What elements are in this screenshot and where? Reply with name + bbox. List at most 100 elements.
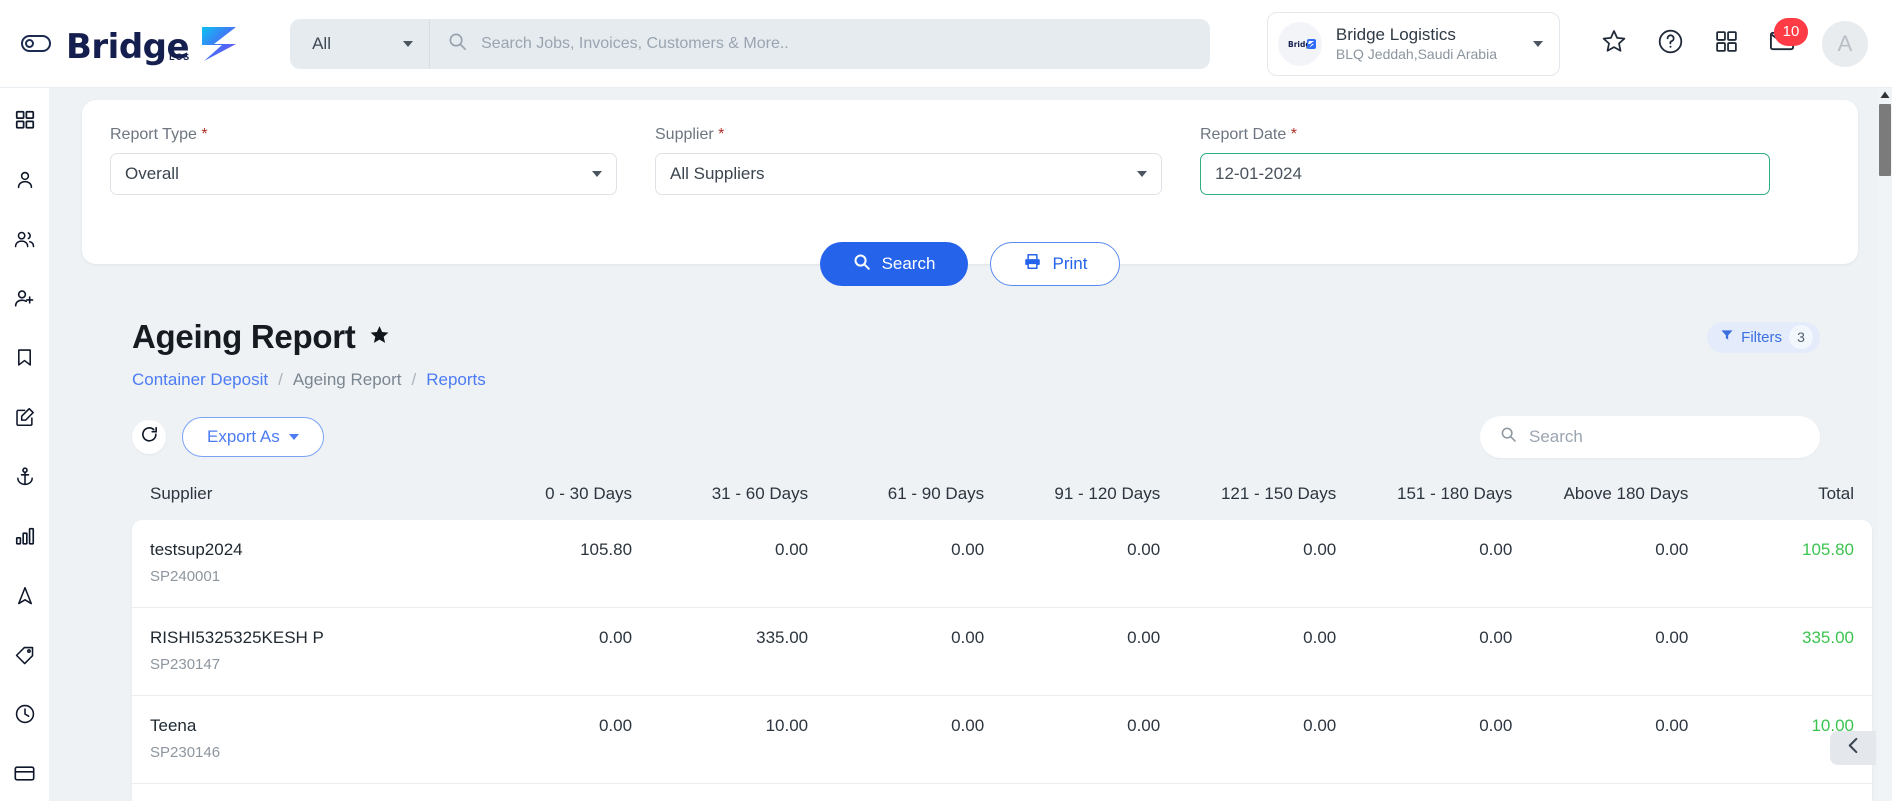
organization-location: BLQ Jeddah,Saudi Arabia bbox=[1335, 46, 1497, 63]
search-scope-select[interactable]: All bbox=[290, 18, 431, 69]
sidebar-item-anchor[interactable] bbox=[3, 455, 47, 504]
filters-button[interactable]: Filters 3 bbox=[1707, 321, 1820, 353]
printer-icon bbox=[1023, 252, 1042, 276]
cell-61-90: 0.00 bbox=[951, 628, 985, 647]
breadcrumb-separator: / bbox=[278, 370, 283, 389]
filters-count-badge: 3 bbox=[1789, 325, 1813, 349]
column-header-0-30: 0 - 30 Days bbox=[545, 484, 633, 503]
collapse-panel-button[interactable] bbox=[1830, 731, 1876, 765]
table-toolbar: Export As bbox=[132, 416, 1880, 458]
sidebar-item-person[interactable] bbox=[3, 157, 47, 206]
cell-121-150: 0.00 bbox=[1303, 716, 1337, 735]
search-button[interactable]: Search bbox=[820, 242, 968, 286]
cell-121-150: 0.00 bbox=[1303, 540, 1337, 559]
bar-chart-icon bbox=[14, 525, 36, 552]
messages-button[interactable]: 10 bbox=[1754, 16, 1810, 72]
column-header-121-150: 121 - 150 Days bbox=[1220, 484, 1337, 503]
cell-supplier: testsup2024 SP240001 bbox=[132, 520, 456, 608]
report-date-input[interactable]: 12-01-2024 bbox=[1200, 153, 1770, 195]
filters-label: Filters bbox=[1741, 328, 1782, 346]
search-icon bbox=[1500, 426, 1517, 448]
brand-logo[interactable]: Bridge LCS bbox=[66, 24, 242, 64]
page-scrollbar[interactable] bbox=[1878, 88, 1892, 801]
cell-above-180: 0.00 bbox=[1655, 628, 1689, 647]
table-row[interactable] bbox=[132, 784, 1872, 801]
sidebar-item-edit[interactable] bbox=[3, 395, 47, 444]
sidebar-item-bookmark[interactable] bbox=[3, 336, 47, 385]
help-button[interactable] bbox=[1642, 16, 1698, 72]
report-type-label: Report Type * bbox=[110, 126, 617, 144]
sidebar-item-dashboard[interactable] bbox=[3, 98, 47, 147]
page-title: Ageing Report bbox=[132, 318, 356, 355]
refresh-button[interactable] bbox=[132, 420, 166, 454]
organization-selector[interactable]: Bridge Bridge Logistics BLQ Jeddah,Saudi… bbox=[1266, 11, 1560, 76]
search-scope-value: All bbox=[312, 33, 331, 53]
brand-mark-icon bbox=[196, 24, 242, 64]
supplier-code: SP230146 bbox=[150, 744, 221, 761]
table-body-card: testsup2024 SP240001 105.80 0.00 0.00 0.… bbox=[132, 520, 1872, 801]
export-as-button[interactable]: Export As bbox=[182, 417, 324, 457]
apps-button[interactable] bbox=[1698, 16, 1754, 72]
global-search-input[interactable] bbox=[481, 34, 1211, 53]
supplier-code: SP230147 bbox=[150, 656, 221, 673]
scroll-up-arrow-icon[interactable] bbox=[1878, 88, 1892, 102]
column-header-91-120: 91 - 120 Days bbox=[1054, 484, 1161, 503]
chevron-down-icon bbox=[592, 171, 602, 177]
report-type-select[interactable]: Overall bbox=[110, 153, 617, 195]
edit-square-icon bbox=[14, 406, 36, 433]
table-search-input[interactable] bbox=[1529, 427, 1800, 447]
main-content: Report Type * Overall Supplier * All Sup… bbox=[50, 88, 1880, 801]
column-header-total: Total bbox=[1818, 484, 1854, 503]
navigation-arrow-icon bbox=[14, 585, 36, 612]
breadcrumb-item-container-deposit[interactable]: Container Deposit bbox=[132, 370, 268, 390]
sidebar-item-people[interactable] bbox=[3, 217, 47, 266]
chevron-down-icon bbox=[1137, 171, 1147, 177]
brand-subtitle: LCS bbox=[169, 51, 191, 62]
breadcrumb-item-ageing-report: Ageing Report bbox=[292, 370, 402, 389]
cell-31-60: 335.00 bbox=[756, 628, 809, 647]
search-icon bbox=[853, 253, 871, 276]
table-search-box bbox=[1480, 416, 1820, 458]
sidebar-item-clock[interactable] bbox=[3, 692, 47, 741]
table-row[interactable]: Teena SP230146 0.00 10.00 0.00 0.00 0.00… bbox=[132, 696, 1872, 784]
cell-31-60: 10.00 bbox=[765, 716, 809, 735]
apps-grid-icon bbox=[1714, 29, 1739, 59]
cell-61-90: 0.00 bbox=[951, 716, 985, 735]
column-header-151-180: 151 - 180 Days bbox=[1397, 484, 1513, 503]
people-icon bbox=[13, 228, 36, 256]
sidebar-toggle-button[interactable] bbox=[0, 35, 72, 52]
cell-0-30: 0.00 bbox=[598, 628, 633, 647]
supplier-label: Supplier * bbox=[655, 126, 1162, 144]
global-search-bar: All bbox=[290, 18, 1211, 69]
sidebar-item-payments[interactable] bbox=[3, 752, 47, 801]
sidebar-toggle-icon bbox=[21, 35, 51, 52]
sidebar-item-tag[interactable] bbox=[3, 633, 47, 682]
tag-icon bbox=[14, 644, 36, 671]
cell-151-180: 0.00 bbox=[1479, 716, 1513, 735]
table-row[interactable]: RISHI5325325KESH P SP230147 0.00 335.00 … bbox=[132, 608, 1872, 696]
cell-91-120: 0.00 bbox=[1127, 716, 1161, 735]
favorites-button[interactable] bbox=[1586, 16, 1642, 72]
sidebar-item-reports[interactable] bbox=[3, 514, 47, 563]
supplier-name: Teena bbox=[150, 716, 197, 735]
search-button-label: Search bbox=[881, 254, 936, 273]
person-add-icon bbox=[13, 287, 36, 315]
report-type-label-text: Report Type bbox=[110, 126, 197, 143]
print-button[interactable]: Print bbox=[990, 242, 1120, 286]
supplier-label-text: Supplier bbox=[655, 126, 714, 143]
page-header: Ageing Report Filters 3 bbox=[132, 318, 1880, 356]
cell-0-30: 105.80 bbox=[580, 540, 633, 559]
required-asterisk: * bbox=[1290, 126, 1297, 143]
cell-151-180: 0.00 bbox=[1479, 540, 1513, 559]
favorite-star-icon[interactable] bbox=[369, 324, 390, 350]
breadcrumb-item-reports[interactable]: Reports bbox=[426, 370, 486, 390]
user-avatar[interactable]: A bbox=[1822, 20, 1868, 67]
sidebar-item-navigation[interactable] bbox=[3, 573, 47, 622]
supplier-select[interactable]: All Suppliers bbox=[655, 153, 1162, 195]
cell-31-60: 0.00 bbox=[775, 540, 809, 559]
report-date-value: 12-01-2024 bbox=[1215, 164, 1302, 183]
table-row[interactable]: testsup2024 SP240001 105.80 0.00 0.00 0.… bbox=[132, 520, 1872, 608]
scrollbar-thumb[interactable] bbox=[1879, 104, 1891, 176]
sidebar-item-person-add[interactable] bbox=[3, 276, 47, 325]
required-asterisk: * bbox=[718, 126, 725, 143]
